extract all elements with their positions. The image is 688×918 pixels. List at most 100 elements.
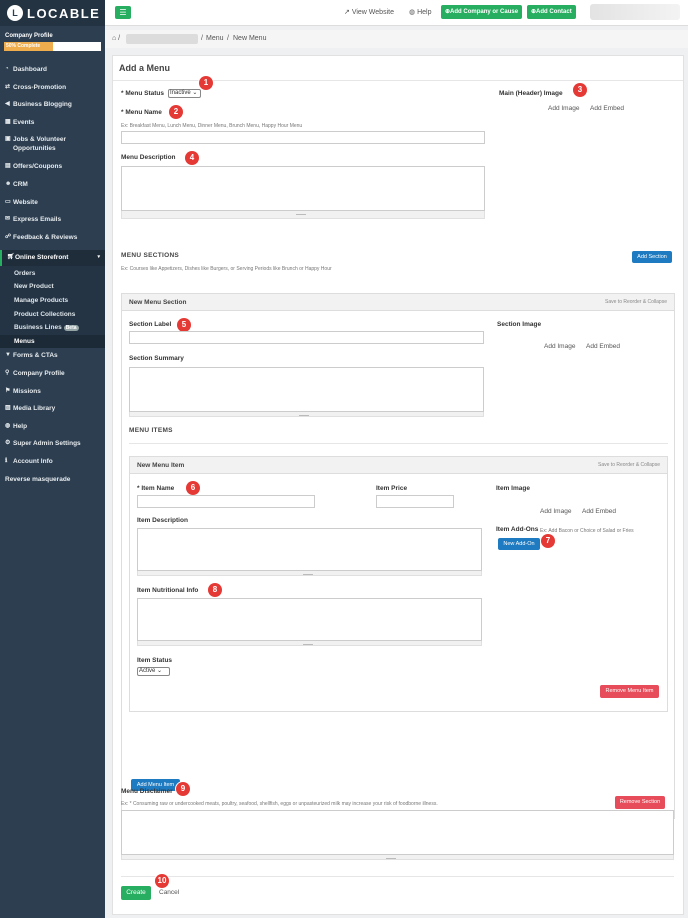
resize-handle[interactable]: [121, 855, 674, 860]
section-label-input[interactable]: [129, 331, 484, 344]
item-status-label: Item Status: [137, 657, 173, 664]
create-button[interactable]: Create: [121, 886, 151, 900]
cross-promotion-icon: ⇄: [5, 83, 11, 90]
add-company-button[interactable]: ⊕Add Company or Cause: [441, 5, 523, 19]
menu-item-title: New Menu Item: [137, 462, 185, 469]
sidebar-item-company-profile[interactable]: ⚲ Company Profile: [0, 369, 105, 387]
sidebar-item-label: Website: [13, 198, 38, 206]
view-website-link[interactable]: ↗ View Website: [344, 8, 394, 16]
sidebar-item-label: CRM: [13, 180, 28, 188]
callout-badge: 5: [177, 318, 191, 332]
remove-section-button[interactable]: Remove Section: [615, 796, 665, 809]
sidebar-item-jobs[interactable]: ▣ Jobs & Volunteer Opportunities: [0, 135, 105, 162]
remove-menu-item-button[interactable]: Remove Menu Item: [600, 685, 659, 698]
resize-handle[interactable]: [121, 211, 485, 219]
item-price-input[interactable]: [376, 495, 454, 508]
logo[interactable]: L LOCABLE: [0, 0, 105, 26]
section-add-image-button[interactable]: Add Image: [544, 343, 575, 350]
sidebar-item-label: Business Blogging: [13, 101, 72, 109]
menu-disclaimer-textarea[interactable]: [121, 810, 674, 855]
breadcrumb-separator: /: [201, 35, 203, 42]
menu-name-label: * Menu Name: [121, 109, 162, 116]
sidebar-item-help[interactable]: ◍ Help: [0, 422, 105, 440]
profile-progress-bar[interactable]: 50% Complete: [4, 42, 101, 51]
breadcrumb: ⌂ / / Menu / New Menu: [105, 30, 688, 48]
help-link[interactable]: ◍ Help: [409, 8, 431, 16]
sidebar-subitem-orders[interactable]: Orders: [0, 266, 105, 280]
sidebar-subitem-manage-products[interactable]: Manage Products: [0, 294, 105, 308]
section-add-embed-button[interactable]: Add Embed: [586, 343, 620, 350]
resize-handle[interactable]: [137, 641, 482, 646]
globe-icon: ◍: [409, 9, 418, 16]
home-icon[interactable]: ⌂ /: [112, 35, 120, 42]
sidebar-item-crm[interactable]: ☻ CRM: [0, 180, 105, 198]
item-reorder-hint: Save to Reorder & Collapse: [598, 462, 660, 468]
sidebar-item-feedback[interactable]: ☍ Feedback & Reviews: [0, 233, 105, 251]
sidebar-item-online-storefront[interactable]: 🛒︎ Online Storefront ▾: [0, 250, 105, 267]
sidebar-item-events[interactable]: ▦ Events: [0, 118, 105, 136]
cogs-icon: ⚙: [5, 440, 11, 447]
sidebar-item-account-info[interactable]: ℹ Account Info: [0, 457, 105, 475]
sidebar-item-label: Company Profile: [13, 370, 65, 378]
item-add-image-button[interactable]: Add Image: [540, 508, 571, 515]
sidebar-item-offers[interactable]: ▤ Offers/Coupons: [0, 162, 105, 180]
item-description-textarea[interactable]: [137, 528, 482, 571]
profile-label: Company Profile: [5, 33, 53, 39]
sidebar-item-label: Reverse masquerade: [5, 475, 71, 483]
sidebar-subitem-product-collections[interactable]: Product Collections: [0, 307, 105, 321]
flag-icon: ⚑: [5, 387, 11, 394]
item-addons-hint: Ex: Add Bacon or Choice of Salad or Frie…: [540, 528, 634, 534]
section-image-label: Section Image: [497, 321, 542, 328]
item-name-input[interactable]: [137, 495, 315, 508]
sidebar: L LOCABLE Company Profile 50% Complete ◔…: [0, 0, 105, 918]
sidebar-item-website[interactable]: ▭ Website: [0, 198, 105, 216]
sidebar-item-forms[interactable]: ▼ Forms & CTAs: [0, 351, 105, 369]
sidebar-item-dashboard[interactable]: ◔ Dashboard: [0, 65, 105, 83]
divider: [121, 876, 674, 877]
section-summary-textarea[interactable]: [129, 367, 484, 412]
hamburger-menu-icon[interactable]: ☰: [115, 6, 131, 19]
item-image-label: Item Image: [496, 485, 530, 492]
sidebar-subitem-new-product[interactable]: New Product: [0, 280, 105, 294]
divider: [129, 443, 668, 444]
callout-badge: 6: [186, 481, 200, 495]
sidebar-item-reverse-masquerade[interactable]: Reverse masquerade: [0, 475, 105, 493]
cancel-link[interactable]: Cancel: [159, 889, 179, 896]
sidebar-subitem-menus[interactable]: Menus: [0, 334, 105, 349]
sidebar-item-missions[interactable]: ⚑ Missions: [0, 387, 105, 405]
ticket-icon: ▤: [5, 163, 11, 170]
item-add-embed-button[interactable]: Add Embed: [582, 508, 616, 515]
sidebar-item-business-blogging[interactable]: ◀ Business Blogging: [0, 100, 105, 118]
filter-icon: ▼: [5, 352, 11, 359]
add-section-button[interactable]: Add Section: [632, 251, 672, 263]
add-contact-button[interactable]: ⊕Add Contact: [527, 5, 576, 19]
menu-description-textarea[interactable]: [121, 166, 485, 211]
page-title: Add a Menu: [119, 63, 170, 73]
menu-name-input[interactable]: [121, 131, 485, 144]
menu-section-header[interactable]: New Menu Section Save to Reorder & Colla…: [122, 294, 674, 311]
menu-status-select[interactable]: Inactive ⌄: [168, 89, 201, 98]
main-add-image-button[interactable]: Add Image: [548, 105, 579, 112]
sidebar-subitem-business-lines[interactable]: Business Lines Beta: [0, 321, 105, 335]
menu-item-header[interactable]: New Menu Item Save to Reorder & Collapse: [130, 457, 667, 474]
sidebar-item-label: Media Library: [13, 405, 56, 413]
breadcrumb-company[interactable]: [126, 34, 198, 44]
logo-text: LOCABLE: [27, 5, 101, 21]
user-menu[interactable]: [590, 4, 680, 20]
item-nutrition-textarea[interactable]: [137, 598, 482, 641]
item-status-select[interactable]: Active ⌄: [137, 667, 170, 676]
resize-handle[interactable]: [137, 571, 482, 576]
main-add-embed-button[interactable]: Add Embed: [590, 105, 624, 112]
menu-items-heading: MENU ITEMS: [129, 427, 173, 434]
sidebar-item-media-library[interactable]: ▨ Media Library: [0, 404, 105, 422]
menu-disclaimer-label: Menu Disclaimer: [121, 788, 173, 795]
sidebar-item-label: Cross-Promotion: [13, 83, 67, 91]
new-addon-button[interactable]: New Add-On: [498, 538, 540, 550]
sidebar-item-super-admin[interactable]: ⚙ Super Admin Settings: [0, 439, 105, 457]
breadcrumb-menu[interactable]: Menu: [206, 35, 224, 42]
globe-icon: ◍: [5, 422, 11, 429]
sidebar-item-express-emails[interactable]: ✉ Express Emails: [0, 215, 105, 233]
sidebar-item-cross-promotion[interactable]: ⇄ Cross-Promotion: [0, 83, 105, 101]
menu-status-label: * Menu Status: [121, 90, 164, 97]
resize-handle[interactable]: [129, 412, 484, 417]
